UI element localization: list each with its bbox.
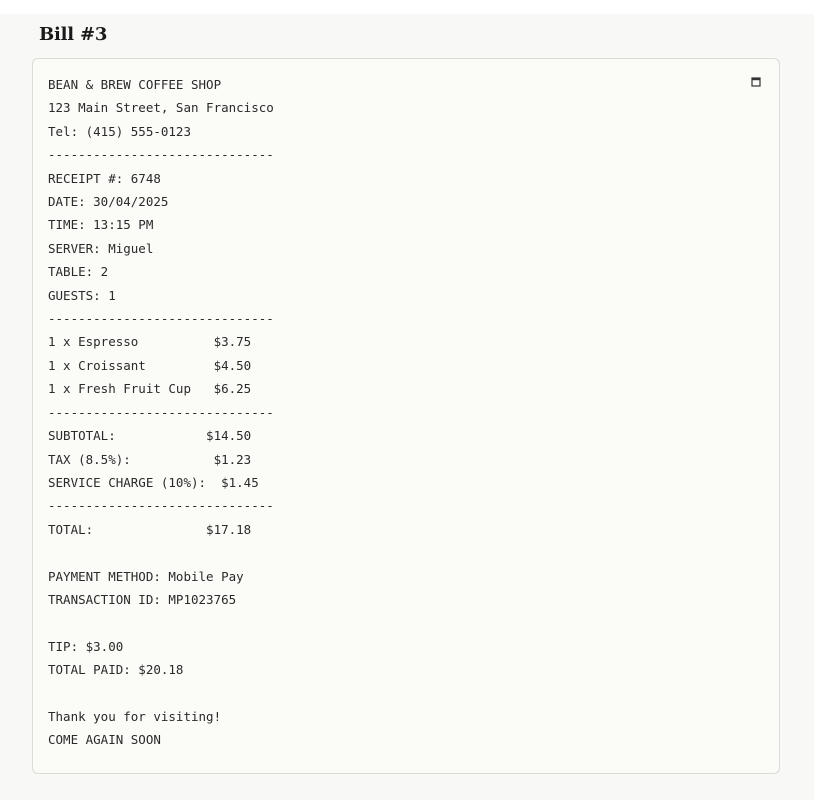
copy-button[interactable] [751,77,761,87]
page-title: Bill #3 [39,24,108,45]
top-strip [0,0,814,14]
copy-icon [751,77,761,87]
receipt-text: BEAN & BREW COFFEE SHOP 123 Main Street,… [48,77,274,748]
receipt-card: BEAN & BREW COFFEE SHOP 123 Main Street,… [32,58,780,774]
